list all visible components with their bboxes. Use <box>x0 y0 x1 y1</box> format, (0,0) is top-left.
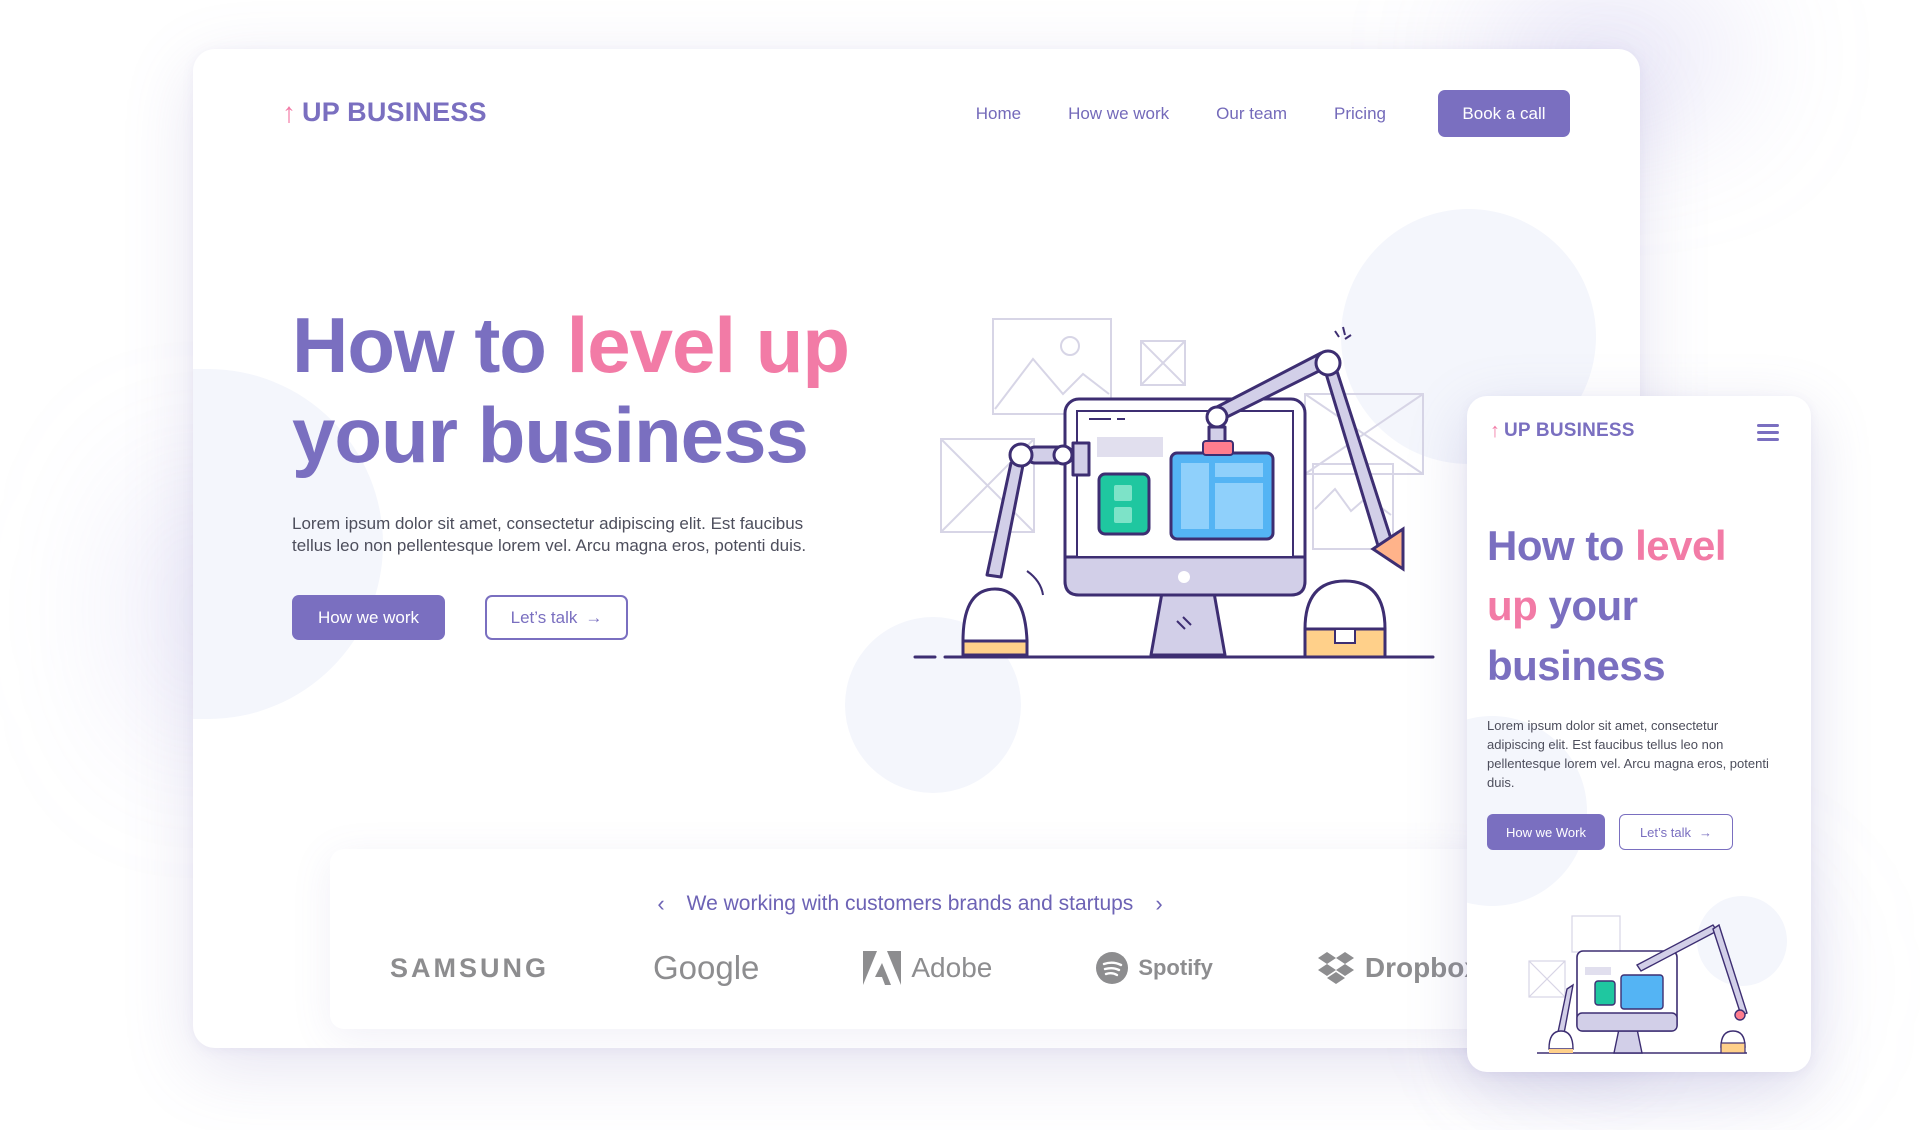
lets-talk-label: Let’s talk <box>510 607 578 627</box>
logo-text: UP BUSINESS <box>1504 420 1635 441</box>
hero-title-highlight: level <box>1635 522 1727 569</box>
arrow-right-icon: → <box>585 607 603 627</box>
brand-logo-spotify: Spotify <box>1096 952 1213 984</box>
nav-link-pricing[interactable]: Pricing <box>1334 104 1386 124</box>
mobile-robot-illustration <box>1528 915 1748 1054</box>
lets-talk-label: Let’s talk <box>1639 824 1692 840</box>
hero-description: Lorem ipsum dolor sit amet, consectetur … <box>292 514 807 555</box>
arrow-right-icon: → <box>1699 824 1713 840</box>
logo-text: UP BUSINESS <box>302 97 487 127</box>
brand-logo-samsung: SAMSUNG <box>390 952 550 983</box>
brand-logo-dropbox: Dropbox <box>1317 952 1480 984</box>
book-a-call-button[interactable]: Book a call <box>1438 90 1570 137</box>
hero-title-part: How to <box>292 301 567 389</box>
mobile-hero-title: How to level up your business <box>1487 516 1787 696</box>
mobile-lets-talk-button[interactable]: Let’s talk → <box>1619 814 1733 850</box>
nav-link-how-we-work[interactable]: How we work <box>1068 104 1169 124</box>
hero-buttons: How we work Let’s talk → <box>292 595 628 640</box>
brands-heading: We working with customers brands and sta… <box>686 892 1134 915</box>
logo-arrow-icon: ↑ <box>282 96 296 128</box>
brands-header: ‹ We working with customers brands and s… <box>330 891 1490 917</box>
logo-arrow-icon: ↑ <box>1490 420 1500 442</box>
logo[interactable]: ↑ UP BUSINESS <box>282 97 487 128</box>
how-we-work-button[interactable]: How we work <box>292 595 445 640</box>
hero-title-highlight: up <box>1487 582 1538 629</box>
hero-title-highlight: level up <box>566 301 850 389</box>
mobile-how-we-work-button[interactable]: How we Work <box>1487 814 1605 850</box>
chevron-left-icon[interactable]: ‹ <box>657 891 664 917</box>
dropbox-icon <box>1317 952 1354 984</box>
desktop-mockup: ↑ UP BUSINESS Home How we work Our team … <box>193 49 1640 1048</box>
hero-title: How to level up your business <box>292 300 850 480</box>
mobile-logo[interactable]: ↑ UP BUSINESS <box>1490 420 1635 442</box>
main-nav: Home How we work Our team Pricing Book a… <box>976 90 1570 137</box>
brand-logo-adobe: Adobe <box>863 951 992 985</box>
spotify-icon <box>1096 952 1129 984</box>
brand-logo-google: Google <box>652 949 760 986</box>
mobile-hero-description: Lorem ipsum dolor sit amet, consectetur … <box>1487 718 1769 790</box>
mobile-mockup: ↑ UP BUSINESS How to level up your busine… <box>1467 396 1811 1072</box>
adobe-label: Adobe <box>911 952 993 983</box>
chevron-right-icon[interactable]: › <box>1155 891 1162 917</box>
brand-logos: SAMSUNG Google Adobe Spotify Dropbox <box>390 949 1480 987</box>
brands-section: ‹ We working with customers brands and s… <box>330 849 1490 1029</box>
hero-title-part: your business <box>292 391 809 479</box>
mobile-hero-buttons: How we Work Let’s talk → <box>1487 814 1733 850</box>
nav-link-home[interactable]: Home <box>976 104 1021 124</box>
dropbox-label: Dropbox <box>1364 952 1480 983</box>
adobe-icon <box>863 951 902 985</box>
hamburger-icon[interactable] <box>1757 424 1779 445</box>
hero-title-part: How to <box>1487 522 1636 569</box>
spotify-label: Spotify <box>1138 955 1213 980</box>
lets-talk-button[interactable]: Let’s talk → <box>485 595 628 640</box>
nav-link-our-team[interactable]: Our team <box>1216 104 1287 124</box>
